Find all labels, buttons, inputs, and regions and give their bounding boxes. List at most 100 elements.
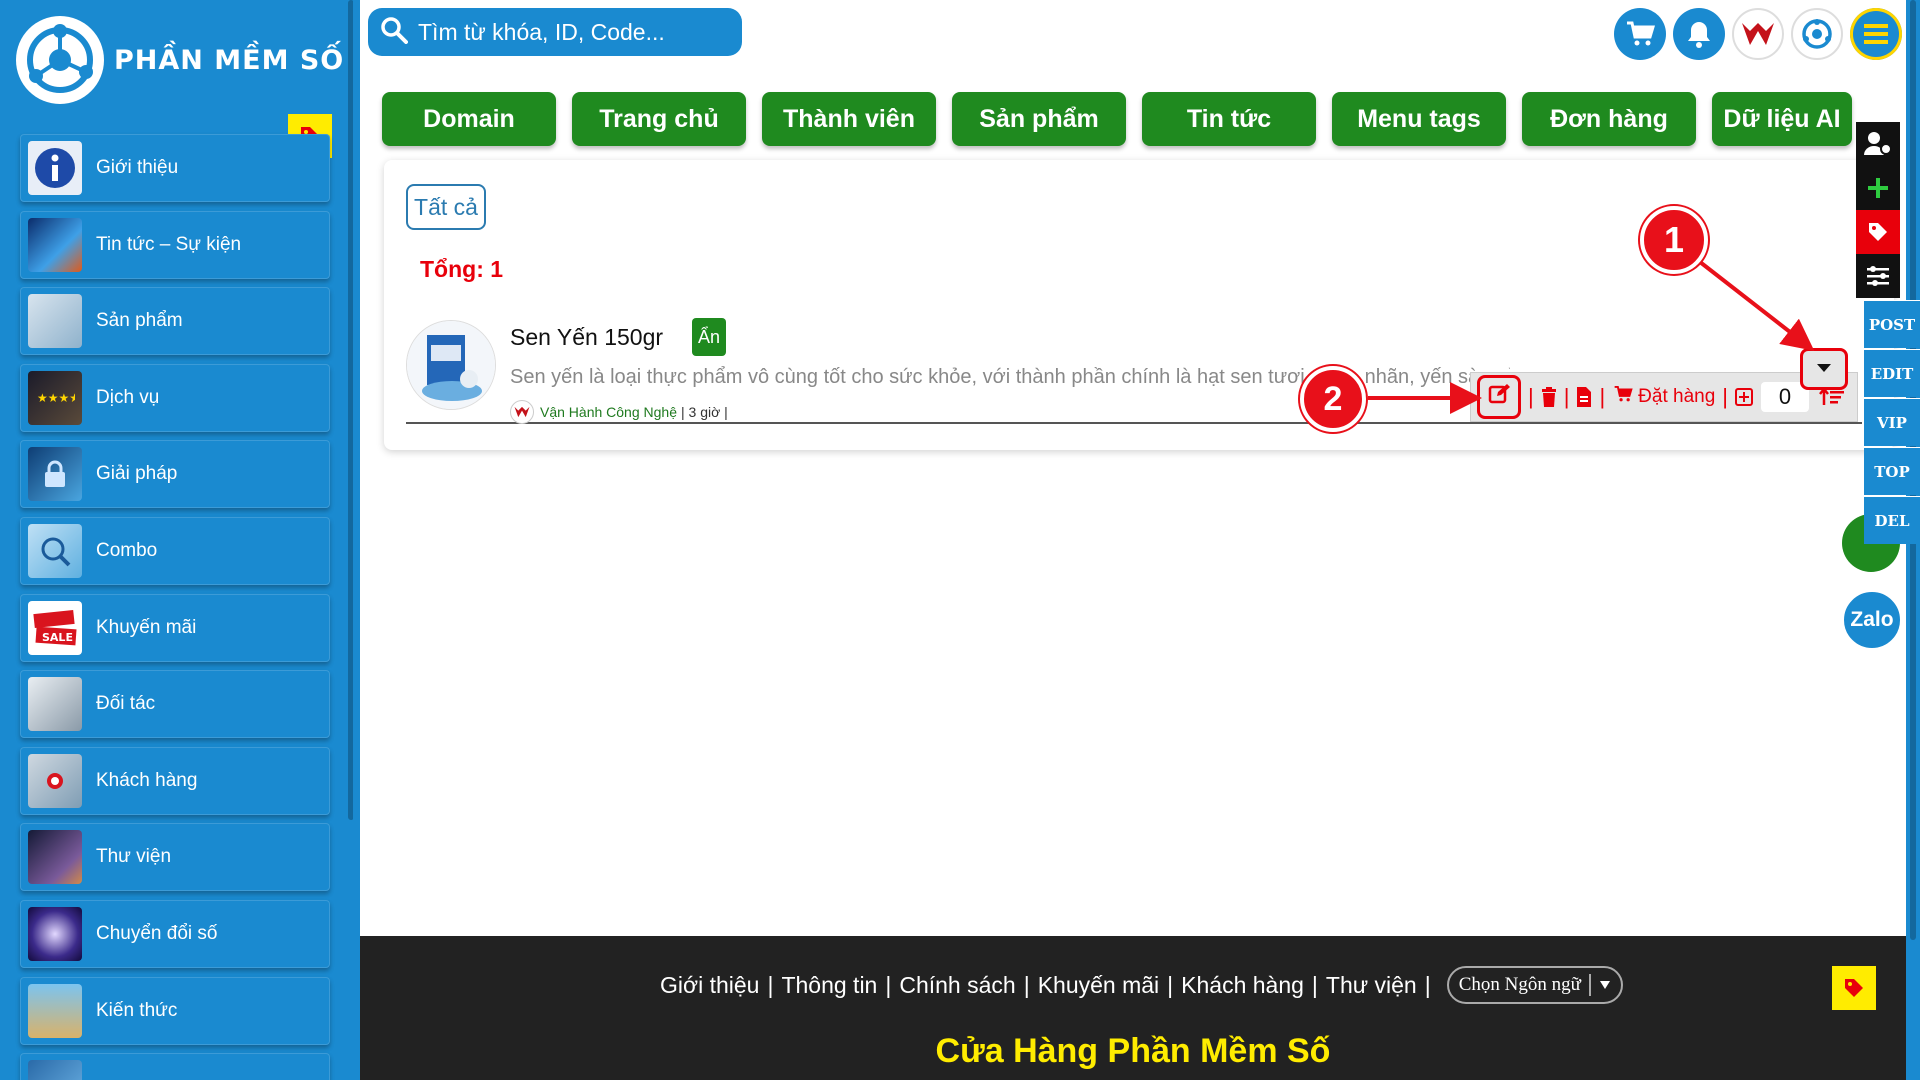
hidden-status-badge: Ẩn — [692, 318, 726, 356]
tab-thanh-vien[interactable]: Thành viên — [762, 92, 936, 146]
top-button[interactable]: TOP — [1864, 447, 1920, 495]
tab-menu-tags[interactable]: Menu tags — [1332, 92, 1506, 146]
sidebar-item-label: Thư viện — [96, 846, 172, 868]
sidebar-item-label: Dịch vụ — [96, 386, 160, 408]
caret-down-icon — [1588, 974, 1611, 996]
footer-link-chinh-sach[interactable]: Chính sách — [899, 972, 1015, 999]
svg-text:SALE: SALE — [42, 631, 73, 644]
tab-tin-tuc[interactable]: Tin tức — [1142, 92, 1316, 146]
more-icon — [28, 1060, 82, 1080]
product-icon — [28, 294, 82, 349]
expand-actions-button[interactable] — [1800, 348, 1848, 390]
trash-icon[interactable] — [1541, 387, 1557, 407]
search-icon[interactable] — [380, 16, 408, 49]
footer-link-gioi-thieu[interactable]: Giới thiệu — [660, 972, 759, 999]
callout-step-2: 2 — [1300, 366, 1366, 432]
separator: | — [1023, 971, 1030, 998]
sidebar-item-san-pham[interactable]: Sản phẩm — [20, 287, 330, 356]
footer-link-thong-tin[interactable]: Thông tin — [781, 972, 877, 999]
author-logo-icon — [510, 400, 534, 424]
footer-link-khuyen-mai[interactable]: Khuyến mãi — [1038, 972, 1159, 999]
zalo-chat-button[interactable]: Zalo — [1842, 590, 1902, 650]
author-name[interactable]: Vận Hành Công Nghệ — [540, 404, 677, 420]
sidebar-item-label: Chuyển đổi số — [96, 922, 218, 944]
document-icon[interactable] — [1576, 387, 1592, 407]
tab-domain[interactable]: Domain — [382, 92, 556, 146]
bell-icon[interactable] — [1673, 8, 1725, 60]
edit-icon — [1488, 383, 1510, 411]
product-image[interactable] — [406, 320, 496, 410]
tab-du-lieu-ai[interactable]: Dữ liệu AI — [1712, 92, 1852, 146]
sale-icon: SALE — [28, 600, 82, 655]
sidebar-item-giai-phap[interactable]: Giải pháp — [20, 440, 330, 509]
digital-icon — [28, 906, 82, 961]
sidebar-item-label: Giải pháp — [96, 463, 178, 485]
order-button[interactable]: Đặt hàng — [1612, 385, 1715, 409]
tag-icon[interactable] — [1856, 210, 1900, 254]
sidebar-item-label: Tin tức – Sự kiện — [96, 233, 242, 255]
separator: | — [1424, 971, 1431, 998]
filter-all-button[interactable]: Tất cả — [406, 184, 486, 230]
info-icon — [28, 141, 82, 195]
cart-icon — [1612, 385, 1634, 409]
svg-text:★★★★: ★★★★ — [37, 391, 75, 405]
post-time: | 3 giờ | — [681, 404, 728, 420]
nav-tabs: Domain Trang chủ Thành viên Sản phẩm Tin… — [382, 92, 1852, 146]
sidebar-item-label: Giới thiệu — [96, 157, 179, 178]
footer-link-khach-hang[interactable]: Khách hàng — [1181, 972, 1304, 999]
tag-icon[interactable] — [1832, 966, 1876, 1010]
footer-links: Giới thiệu | Thông tin | Chính sách | Kh… — [660, 966, 1623, 1004]
sidebar-item-kien-thuc[interactable]: Kiến thức — [20, 976, 330, 1045]
sidebar-item-label: Combo — [96, 539, 158, 561]
language-select-label: Chọn Ngôn ngữ — [1458, 974, 1581, 995]
search-bar[interactable] — [368, 8, 742, 56]
tab-don-hang[interactable]: Đơn hàng — [1522, 92, 1696, 146]
sidebar-item-label: Đối tác — [96, 693, 156, 715]
user-settings-icon[interactable] — [1856, 122, 1900, 166]
cart-icon[interactable] — [1614, 8, 1666, 60]
sidebar-item-gioi-thieu[interactable]: Giới thiệu — [20, 134, 330, 202]
sort-order-icon[interactable] — [1819, 387, 1845, 407]
callout-step-1: 1 — [1640, 206, 1708, 274]
brand-logo-icon[interactable] — [1732, 8, 1784, 60]
edit-side-button[interactable]: EDIT — [1864, 349, 1920, 397]
library-icon — [28, 830, 82, 885]
footer-link-thu-vien[interactable]: Thư viện — [1326, 972, 1417, 999]
sliders-icon[interactable] — [1856, 254, 1900, 298]
separator: | — [1722, 384, 1728, 409]
sidebar-item-tin-tuc[interactable]: Tin tức – Sự kiện — [20, 210, 330, 279]
language-select[interactable]: Chọn Ngôn ngữ — [1446, 966, 1623, 1004]
service-icon: ★★★★ — [28, 370, 82, 425]
sidebar-item-khuyen-mai[interactable]: SALE Khuyến mãi — [20, 593, 330, 662]
vip-button[interactable]: VIP — [1864, 398, 1920, 446]
separator: | — [767, 971, 774, 998]
sidebar-item-label: Kiến thức — [96, 999, 178, 1021]
sidebar-item-more[interactable] — [20, 1053, 330, 1080]
post-button[interactable]: POST — [1864, 300, 1920, 348]
plus-icon[interactable] — [1856, 166, 1900, 210]
logo-network-icon — [16, 16, 104, 104]
sidebar-item-dich-vu[interactable]: ★★★★ Dịch vụ — [20, 363, 330, 432]
separator: | — [1528, 384, 1534, 409]
tab-trang-chu[interactable]: Trang chủ — [572, 92, 746, 146]
sidebar-item-combo[interactable]: Combo — [20, 516, 330, 585]
sidebar-item-doi-tac[interactable]: Đối tác — [20, 670, 330, 739]
sidebar-scrollbar[interactable] — [348, 0, 353, 820]
product-name[interactable]: Sen Yến 150gr — [510, 324, 663, 351]
sidebar-item-chuyen-doi-so[interactable]: Chuyển đổi số — [20, 899, 330, 968]
sidebar-item-label: Khuyến mãi — [96, 616, 197, 638]
search-input[interactable] — [418, 18, 718, 46]
add-box-icon[interactable] — [1735, 388, 1753, 406]
tab-san-pham[interactable]: Sản phẩm — [952, 92, 1126, 146]
edit-button[interactable] — [1477, 375, 1521, 419]
hamburger-menu-icon[interactable] — [1850, 8, 1902, 60]
brand-logo[interactable]: Phần mềm số — [16, 16, 344, 104]
delete-side-button[interactable]: DEL — [1864, 496, 1920, 544]
company-logo-icon[interactable] — [1791, 8, 1843, 60]
sidebar-item-thu-vien[interactable]: Thư viện — [20, 823, 330, 892]
author-line: Vận Hành Công Nghệ | 3 giờ | — [510, 400, 728, 424]
brand-name: Phần mềm số — [114, 44, 345, 76]
footer-store-title: Cửa Hàng Phần Mềm Số — [935, 1032, 1331, 1070]
sidebar-item-khach-hang[interactable]: Khách hàng — [20, 746, 330, 815]
combo-icon — [28, 523, 82, 578]
